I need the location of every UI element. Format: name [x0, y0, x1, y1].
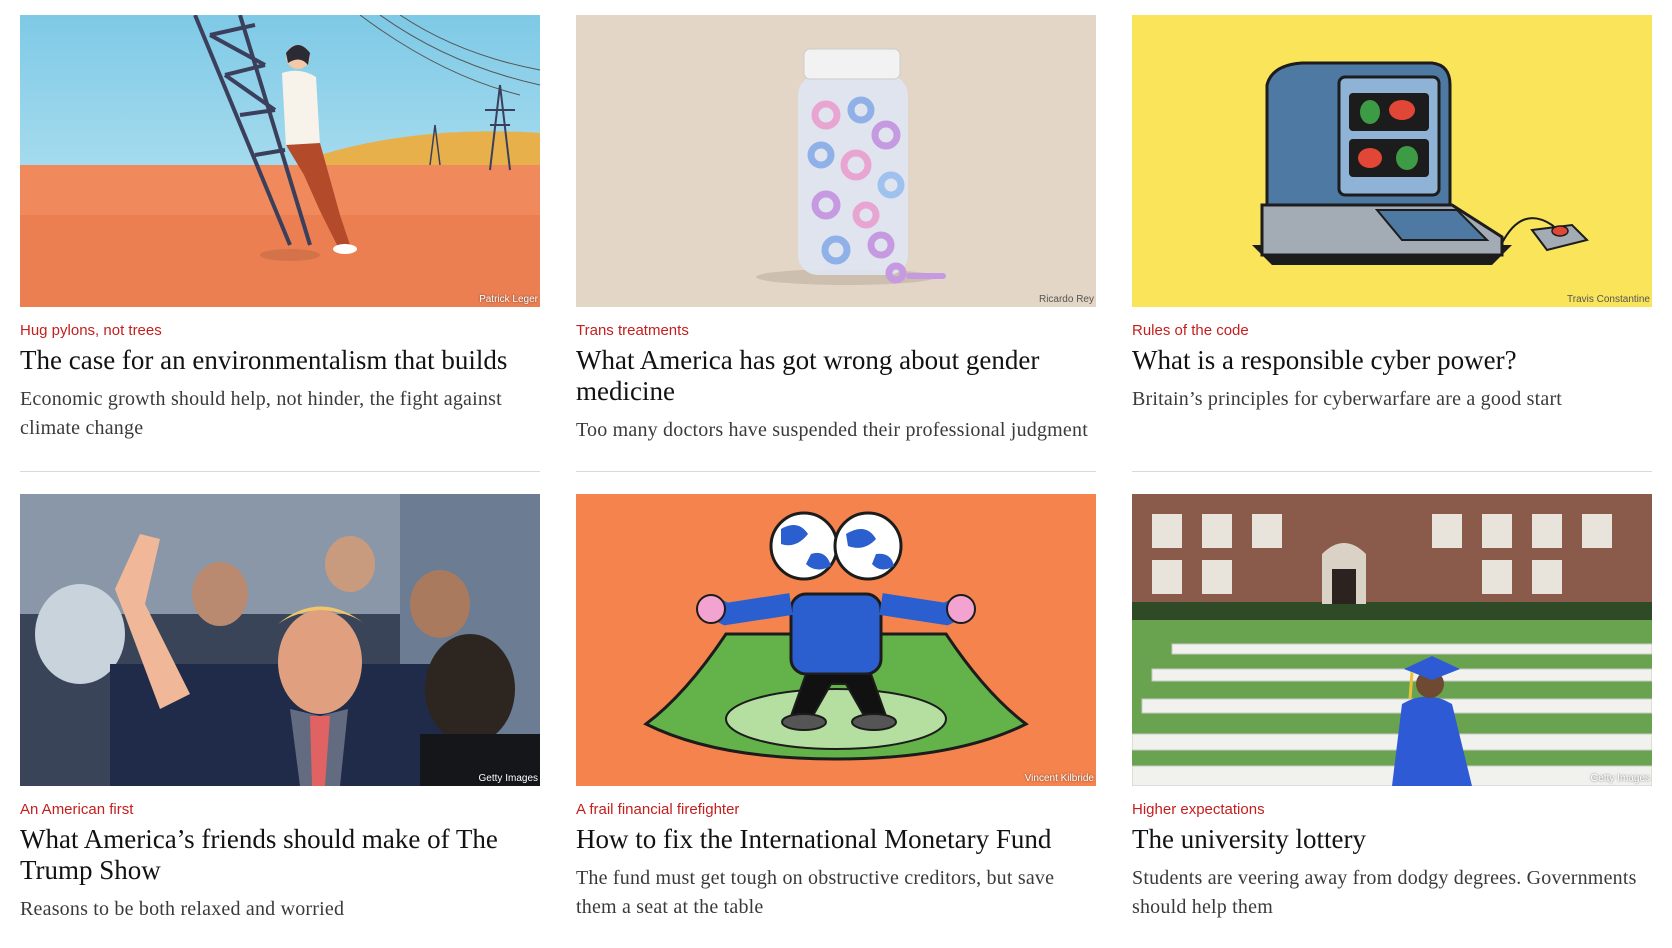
article-rubric[interactable]: Rules of the code [1132, 322, 1652, 340]
article-rubric[interactable]: An American first [20, 801, 540, 819]
article-card[interactable]: Getty Images An American first What Amer… [20, 494, 540, 924]
image-credit: Getty Images [478, 773, 538, 784]
article-description: Too many doctors have suspended their pr… [576, 419, 1088, 441]
article-card[interactable]: Getty Images Higher expectations The uni… [1132, 494, 1652, 924]
article-headline[interactable]: What America has got wrong about gender … [576, 345, 1096, 407]
article-image[interactable]: Patrick Leger [20, 15, 540, 307]
article-headline[interactable]: How to fix the International Monetary Fu… [576, 824, 1096, 855]
article-headline[interactable]: What is a responsible cyber power? [1132, 345, 1652, 376]
article-image[interactable]: Ricardo Rey [576, 15, 1096, 307]
article-headline[interactable]: The case for an environmentalism that bu… [20, 345, 540, 376]
article-headline[interactable]: What America’s friends should make of Th… [20, 824, 540, 886]
article-row: Getty Images An American first What Amer… [20, 494, 1652, 924]
divider [1132, 471, 1652, 472]
imf-illustration [576, 494, 1096, 786]
article-image[interactable]: Travis Constantine [1132, 15, 1652, 307]
article-description: Britain’s principles for cyberwarfare ar… [1132, 388, 1563, 410]
row-dividers [20, 471, 1652, 472]
image-credit: Patrick Leger [479, 294, 538, 305]
article-rubric[interactable]: Trans treatments [576, 322, 1096, 340]
article-row: Patrick Leger Hug pylons, not trees The … [20, 15, 1652, 445]
article-card[interactable]: Vincent Kilbride A frail financial firef… [576, 494, 1096, 924]
article-description: Students are veering away from dodgy deg… [1132, 867, 1637, 918]
article-description: Reasons to be both relaxed and worried [20, 898, 345, 920]
image-credit: Getty Images [1590, 773, 1650, 784]
crowd-photo [20, 494, 540, 786]
image-credit: Ricardo Rey [1038, 294, 1094, 305]
article-rubric[interactable]: A frail financial firefighter [576, 801, 1096, 819]
article-description: Economic growth should help, not hinder,… [20, 388, 502, 439]
pill-bottle-illustration [576, 15, 1096, 307]
article-image[interactable]: Getty Images [20, 494, 540, 786]
image-credit: Vincent Kilbride [1024, 773, 1094, 784]
article-card[interactable]: Ricardo Rey Trans treatments What Americ… [576, 15, 1096, 445]
article-grid: Patrick Leger Hug pylons, not trees The … [20, 15, 1652, 924]
article-card[interactable]: Travis Constantine Rules of the code Wha… [1132, 15, 1652, 445]
computer-illustration [1132, 15, 1652, 307]
divider [576, 471, 1096, 472]
article-headline[interactable]: The university lottery [1132, 824, 1652, 855]
graduation-photo [1132, 494, 1652, 786]
divider [20, 471, 540, 472]
article-card[interactable]: Patrick Leger Hug pylons, not trees The … [20, 15, 540, 445]
article-description: The fund must get tough on obstructive c… [576, 867, 1055, 918]
article-rubric[interactable]: Higher expectations [1132, 801, 1652, 819]
pylon-illustration [20, 15, 540, 307]
article-image[interactable]: Vincent Kilbride [576, 494, 1096, 786]
article-rubric[interactable]: Hug pylons, not trees [20, 322, 540, 340]
image-credit: Travis Constantine [1567, 294, 1650, 305]
article-image[interactable]: Getty Images [1132, 494, 1652, 786]
